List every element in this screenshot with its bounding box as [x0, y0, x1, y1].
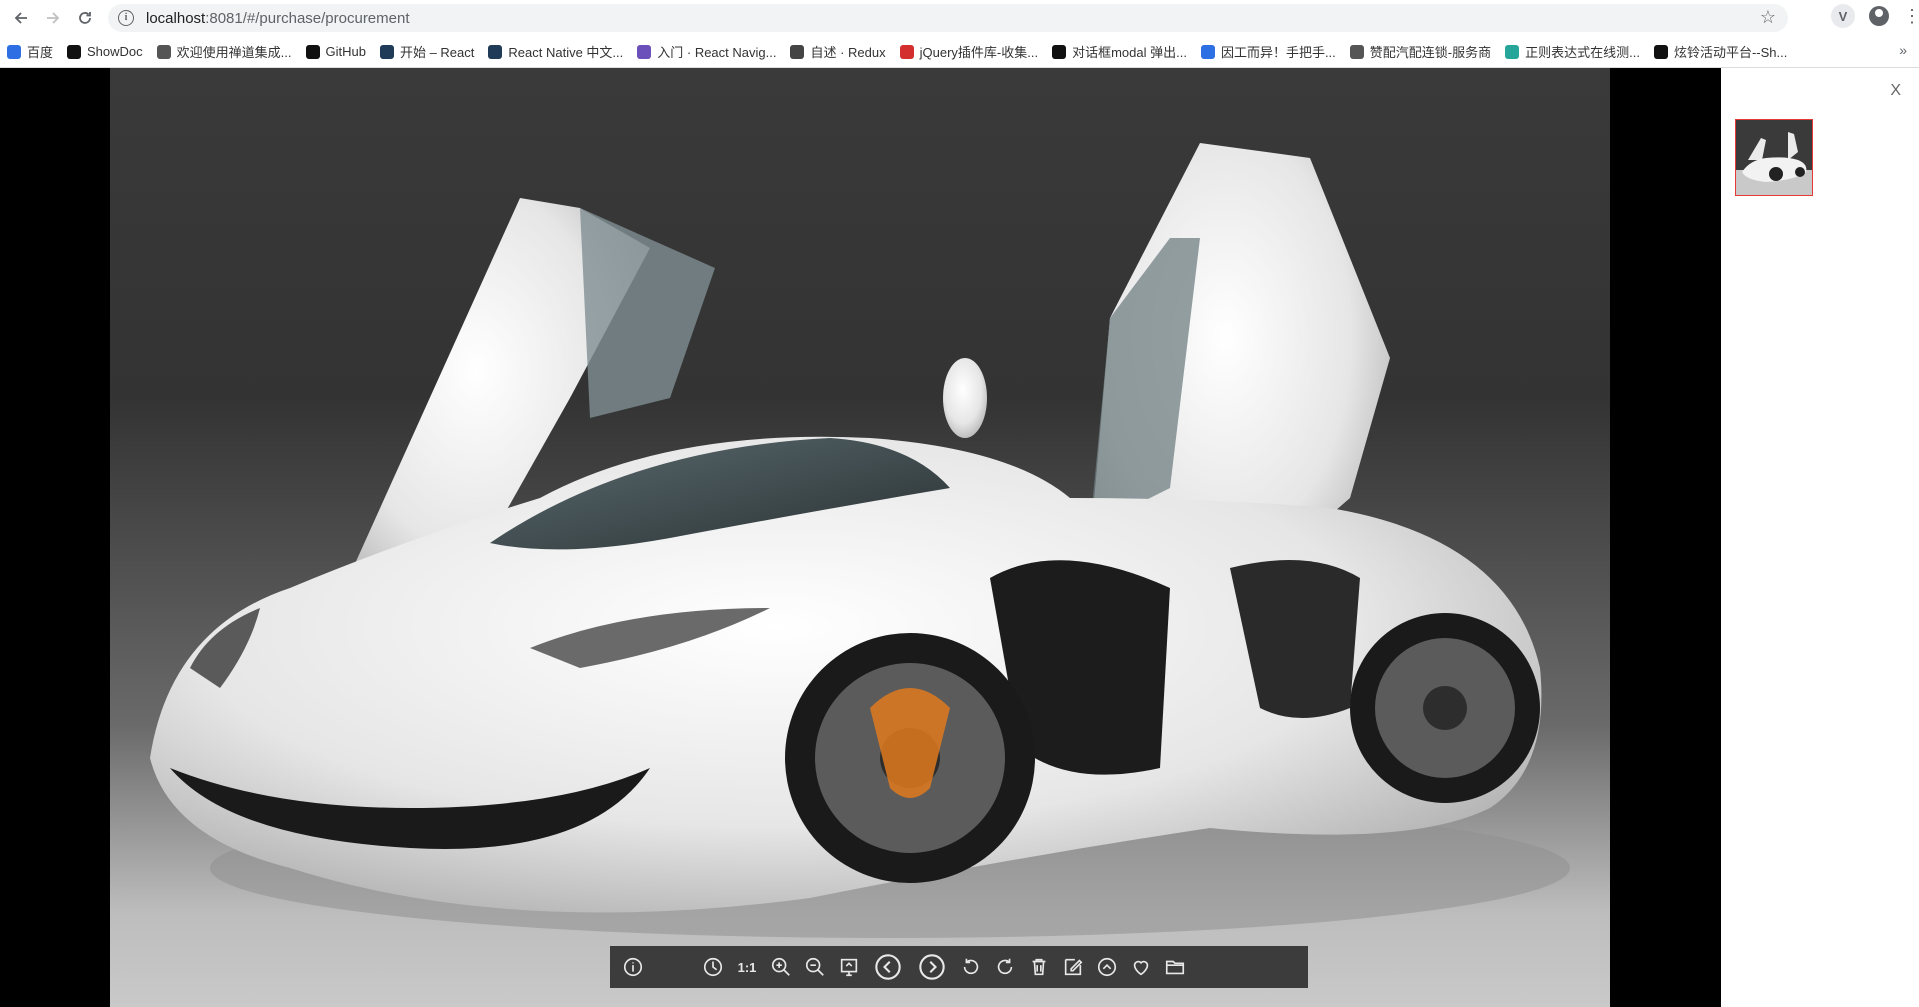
- bookmark-label: 开始 – React: [399, 45, 475, 60]
- favicon-icon: [1349, 44, 1364, 59]
- favicon-icon: [1200, 44, 1215, 59]
- bookmark-item[interactable]: 百度: [0, 39, 60, 65]
- bookmark-item[interactable]: ShowDoc: [60, 39, 150, 65]
- bookmark-item[interactable]: GitHub: [299, 39, 373, 65]
- fullscreen-icon[interactable]: [832, 950, 866, 984]
- original-size-button[interactable]: 1:1: [730, 950, 764, 984]
- favicon-icon: [7, 44, 21, 59]
- favicon-icon: [1505, 44, 1520, 59]
- menu-icon[interactable]: ⋮: [1903, 7, 1919, 25]
- bookmark-item[interactable]: 炫铃活动平台--Sh...: [1647, 39, 1794, 65]
- url-path: :8081/#/purchase/procurement: [205, 9, 410, 27]
- play-icon[interactable]: [696, 950, 730, 984]
- back-icon[interactable]: [6, 3, 36, 33]
- close-button[interactable]: X: [1890, 82, 1901, 100]
- address-bar[interactable]: i localhost:8081/#/purchase/procurement …: [108, 4, 1788, 32]
- bookmark-item[interactable]: 入门 · React Navig...: [630, 39, 783, 65]
- bookmark-label: 欢迎使用禅道集成...: [176, 45, 292, 60]
- next-icon[interactable]: [910, 950, 954, 984]
- delete-icon[interactable]: [1022, 950, 1056, 984]
- favicon-icon: [156, 44, 171, 59]
- car-image: [150, 143, 1570, 938]
- zoom-out-icon[interactable]: [798, 950, 832, 984]
- bookmark-label: 入门 · React Navig...: [657, 45, 777, 60]
- favicon-icon: [899, 44, 914, 59]
- ratio-label: 1:1: [737, 959, 757, 975]
- bookmark-label: React Native 中文...: [508, 45, 624, 60]
- favicon-icon: [1653, 44, 1668, 59]
- bookmark-label: 炫铃活动平台--Sh...: [1673, 45, 1788, 60]
- folder-icon[interactable]: [1158, 950, 1192, 984]
- bookmarks-bar: 百度 ShowDoc 欢迎使用禅道集成... GitHub 开始 – React Reac…: [0, 36, 1919, 68]
- bookmark-label: 自述 · Redux: [810, 45, 886, 60]
- info-icon[interactable]: i: [118, 10, 134, 26]
- favicon-icon: [67, 44, 82, 59]
- forward-icon[interactable]: [38, 3, 68, 33]
- bookmark-item[interactable]: jQuery插件库-收集...: [893, 39, 1045, 65]
- favicon-icon: [790, 44, 805, 59]
- collapse-icon[interactable]: [1090, 950, 1124, 984]
- bookmark-item[interactable]: 正则表达式在线测...: [1498, 39, 1647, 65]
- bookmark-label: jQuery插件库-收集...: [919, 45, 1039, 60]
- bookmark-label: 因工而异！手把手...: [1220, 45, 1336, 60]
- bookmark-label: 赞配汽配连锁-服务商: [1369, 45, 1492, 60]
- heart-icon[interactable]: [1124, 950, 1158, 984]
- zoom-in-icon[interactable]: [764, 950, 798, 984]
- thumbnail-panel: X: [1721, 68, 1919, 1007]
- bookmark-item[interactable]: React Native 中文...: [481, 39, 630, 65]
- url-host: localhost: [146, 9, 206, 27]
- favicon-icon: [1052, 44, 1067, 59]
- bookmark-item[interactable]: 因工而异！手把手...: [1194, 39, 1343, 65]
- edit-icon[interactable]: [1056, 950, 1090, 984]
- bookmark-item[interactable]: 对话框modal 弹出...: [1045, 39, 1194, 65]
- bookmark-label: 正则表达式在线测...: [1525, 45, 1640, 60]
- image-viewer: 1:1: [0, 68, 1721, 1007]
- favicon-icon: [637, 44, 652, 59]
- bookmark-label: 百度: [27, 45, 54, 60]
- browser-toolbar: i localhost:8081/#/purchase/procurement …: [0, 0, 1919, 36]
- bookmark-label: 对话框modal 弹出...: [1072, 45, 1187, 60]
- chevron-right-icon[interactable]: »: [1899, 42, 1907, 58]
- thumbnail-image: [1736, 120, 1812, 195]
- prev-icon[interactable]: [866, 950, 910, 984]
- viewer-toolbar: 1:1: [610, 946, 1308, 988]
- image-stage: [110, 68, 1610, 1007]
- url-text: localhost:8081/#/purchase/procurement: [146, 10, 410, 27]
- bookmark-item[interactable]: 开始 – React: [373, 39, 481, 65]
- bookmark-label: GitHub: [325, 44, 366, 59]
- favicon-icon: [379, 44, 394, 59]
- bookmark-item[interactable]: 赞配汽配连锁-服务商: [1343, 39, 1498, 65]
- account-icon[interactable]: [1869, 6, 1889, 26]
- thumbnail-item[interactable]: [1735, 119, 1813, 196]
- bookmark-item[interactable]: 自述 · Redux: [783, 39, 892, 65]
- rotate-right-icon[interactable]: [988, 950, 1022, 984]
- bookmark-label: ShowDoc: [87, 44, 143, 59]
- reload-icon[interactable]: [70, 3, 100, 33]
- rotate-left-icon[interactable]: [954, 950, 988, 984]
- bookmark-item[interactable]: 欢迎使用禅道集成...: [150, 39, 299, 65]
- info-icon[interactable]: [616, 950, 650, 984]
- favicon-icon: [305, 44, 320, 59]
- star-icon[interactable]: ☆: [1760, 7, 1776, 28]
- extension-icon[interactable]: V: [1831, 4, 1855, 28]
- favicon-icon: [488, 44, 503, 59]
